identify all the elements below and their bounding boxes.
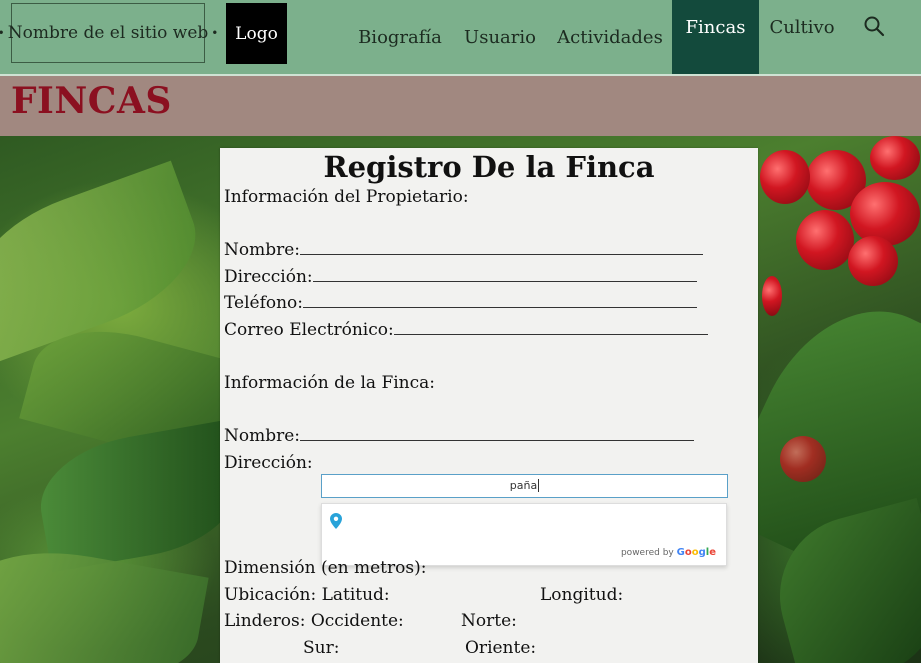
google-logo: Google (676, 547, 716, 558)
latitude-label: Ubicación: Latitud: (224, 585, 390, 605)
site-name[interactable]: • Nombre de el sitio web • (0, 3, 218, 63)
coffee-cherry (796, 210, 854, 270)
owner-address-row: Dirección: (224, 267, 697, 287)
powered-by-google: powered by Google (621, 547, 716, 558)
bullet-right-icon: • (211, 26, 219, 40)
leaf-decoration (31, 419, 249, 573)
owner-name-label: Nombre: (224, 240, 301, 260)
farm-name-label: Nombre: (224, 426, 301, 446)
owner-address-label: Dirección: (224, 267, 313, 287)
farm-section-heading: Información de la Finca: (224, 373, 436, 393)
owner-name-row: Nombre: (224, 240, 704, 260)
owner-address-field[interactable] (312, 267, 697, 282)
owner-email-label: Correo Electrónico: (224, 320, 394, 340)
owner-phone-field[interactable] (303, 293, 698, 308)
autocomplete-dropdown[interactable]: powered by Google (321, 503, 727, 566)
owner-email-field[interactable] (393, 320, 708, 335)
dimension-label: Dimensión (en metros): (224, 558, 427, 578)
coffee-cherry (762, 276, 782, 316)
west-boundary-label: Linderos: Occidente: (224, 611, 404, 631)
coffee-cherry (848, 236, 898, 286)
owner-phone-row: Teléfono: (224, 293, 698, 313)
farm-registration-form: Registro De la Finca Información del Pro… (220, 148, 758, 663)
nav-item-cultivo[interactable]: Cultivo (766, 0, 838, 74)
owner-name-field[interactable] (300, 240, 704, 255)
farm-address-label: Dirección: (224, 453, 313, 473)
site-name-label: Nombre de el sitio web (7, 23, 209, 43)
coffee-cherry (780, 436, 826, 482)
farm-name-field[interactable] (300, 426, 695, 441)
bullet-left-icon: • (0, 26, 5, 40)
nav-item-fincas[interactable]: Fincas (672, 0, 759, 74)
search-icon[interactable] (862, 14, 886, 38)
longitude-label: Longitud: (540, 585, 624, 605)
top-nav: • Nombre de el sitio web • Logo Biografí… (0, 0, 921, 76)
nav-item-usuario[interactable]: Usuario (461, 0, 539, 74)
page-title-bar: FINCAS (0, 76, 921, 136)
logo[interactable]: Logo (226, 3, 287, 64)
coffee-cherry (760, 150, 810, 204)
nav-item-actividades[interactable]: Actividades (556, 0, 664, 74)
owner-phone-label: Teléfono: (224, 293, 304, 313)
north-boundary-label: Norte: (461, 611, 517, 631)
nav-item-biografia[interactable]: Biografía (355, 0, 445, 74)
form-title: Registro De la Finca (323, 150, 655, 184)
page-title: FINCAS (11, 80, 172, 122)
east-boundary-label: Oriente: (465, 638, 537, 658)
address-input-value: paña (509, 479, 538, 492)
coffee-cherry (870, 136, 920, 180)
address-autocomplete-input[interactable]: paña (321, 474, 728, 498)
coffee-cherry (850, 182, 920, 246)
owner-section-heading: Información del Propietario: (224, 187, 469, 207)
map-pin-icon (330, 513, 342, 529)
south-boundary-label: Sur: (303, 638, 340, 658)
farm-name-row: Nombre: (224, 426, 695, 446)
owner-email-row: Correo Electrónico: (224, 320, 708, 340)
powered-by-text: powered by (620, 548, 674, 558)
